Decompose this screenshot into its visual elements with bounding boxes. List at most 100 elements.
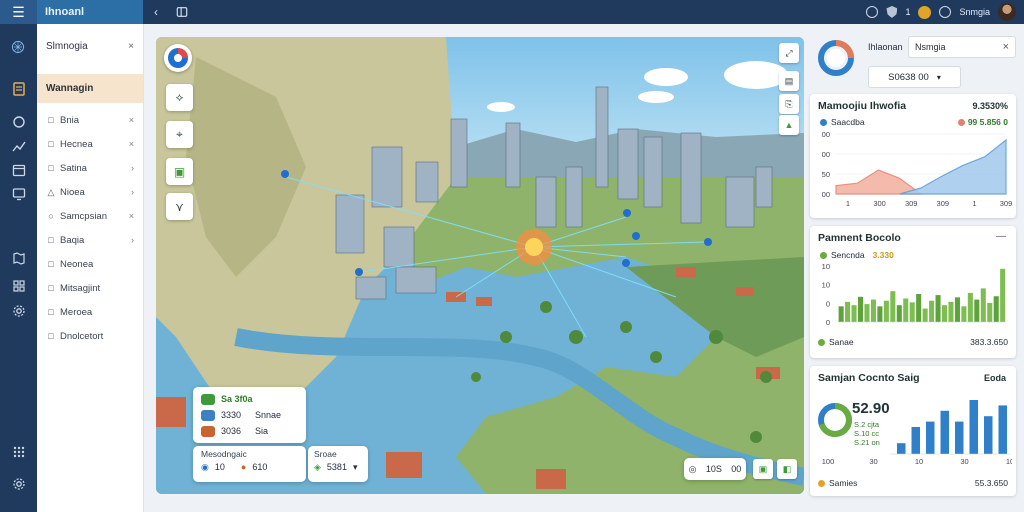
bar xyxy=(903,298,909,322)
sub-value: 3.330 xyxy=(872,250,894,260)
layers-icon[interactable]: ◧ xyxy=(777,459,797,479)
calendar-icon[interactable] xyxy=(10,161,27,178)
monitor-icon[interactable] xyxy=(10,185,27,202)
search-input-value: Nsmgia xyxy=(915,42,946,52)
legend-dot xyxy=(820,251,827,259)
legend-color-chip xyxy=(201,393,215,405)
collapse-icon[interactable]: — xyxy=(996,231,1006,242)
x-tick-label: 309 xyxy=(1000,199,1012,208)
chevron-right-icon[interactable]: › xyxy=(131,187,134,197)
compass-logo[interactable] xyxy=(164,44,192,72)
shield-icon[interactable] xyxy=(886,6,898,18)
user-name[interactable]: Snmgia xyxy=(959,7,990,17)
y-tick-label: 00 xyxy=(822,130,830,139)
grid-icon[interactable] xyxy=(10,277,27,294)
bar xyxy=(993,296,999,322)
zoom-bar[interactable]: ◎ 10S 00 xyxy=(684,458,746,480)
sidebar-header-title: Slmnogia xyxy=(46,41,88,52)
sidebar-item-label: Samcpsian xyxy=(60,210,107,222)
sidebar-menu: Slmnogia × Wannagin □ Bnia × □ Hecnea × □ Satin… xyxy=(37,24,144,512)
sidebar-item[interactable]: □ Mitsagjint xyxy=(37,276,143,300)
clear-icon[interactable]: × xyxy=(1003,41,1009,53)
building-icon[interactable]: ▣ xyxy=(166,158,193,185)
share-icon[interactable]: ⎘ xyxy=(779,94,799,114)
search-input[interactable]: Nsmgia × xyxy=(908,36,1016,58)
map-view[interactable]: ⟡ ⌖ ▣ ⋎ ⤢ ▤ ⎘ ▲ Sa 3f0a 3330 Snnae 3036 … xyxy=(156,37,804,494)
bar xyxy=(955,421,964,454)
avatar[interactable] xyxy=(998,3,1016,21)
layers-icon[interactable]: ⟡ xyxy=(166,84,193,111)
map-filter-card[interactable]: Sroae ◈ 5381 ▾ xyxy=(308,446,368,482)
sidebar-item[interactable]: ○ Samcpsian × xyxy=(37,204,143,228)
fullscreen-icon[interactable]: ⤢ xyxy=(779,43,799,63)
globe-icon[interactable]: ◎ xyxy=(689,464,697,475)
square-icon: □ xyxy=(48,259,54,269)
x-tick-label: 309 xyxy=(937,199,950,208)
close-icon[interactable]: × xyxy=(128,41,134,52)
close-icon[interactable]: × xyxy=(129,115,134,125)
analytics-icon[interactable] xyxy=(10,137,27,154)
sidebar-item[interactable]: □ Neonea xyxy=(37,252,143,276)
sidebar-item[interactable]: □ Dnolcetort xyxy=(37,324,143,348)
sidebar-item[interactable]: □ Meroea xyxy=(37,300,143,324)
zoom-value-b: 00 xyxy=(731,464,742,474)
coin-icon[interactable] xyxy=(918,5,932,19)
bar xyxy=(870,299,876,322)
terrain-icon[interactable]: ▲ xyxy=(779,115,799,135)
location-icon[interactable]: ⌖ xyxy=(166,121,193,148)
map-icon[interactable] xyxy=(10,249,27,266)
close-icon[interactable]: × xyxy=(129,211,134,221)
sidebar-item[interactable]: □ Baqia › xyxy=(37,228,143,252)
legend-value: 3330 xyxy=(221,410,242,420)
donut-logo-icon xyxy=(816,38,856,78)
sidebar-item-active[interactable]: Wannagin xyxy=(37,74,143,103)
bar xyxy=(1000,268,1006,322)
bar xyxy=(974,299,980,322)
bar xyxy=(838,306,844,322)
app-title: Ihnoanl xyxy=(37,0,143,24)
performance-panel: Pamnent Bocolo — Sencnda 3.330 10 10 0 0 Sa… xyxy=(810,226,1016,358)
filter-icon[interactable]: ⋎ xyxy=(166,193,193,220)
x-tick-label: 1 xyxy=(972,199,976,208)
statistics-panel: Samjan Cocnto Saig Eoda 52.90 S.2 cjta S… xyxy=(810,366,1016,496)
document-icon[interactable] xyxy=(10,80,27,97)
sidebar-item-label: Satina xyxy=(60,162,87,174)
sidebar-item[interactable]: □ Satina › xyxy=(37,156,143,180)
chevron-down-icon[interactable]: ▾ xyxy=(353,462,358,473)
chevron-right-icon[interactable]: › xyxy=(131,163,134,173)
notification-count: 1 xyxy=(905,7,911,17)
chevron-right-icon[interactable]: › xyxy=(131,235,134,245)
bar xyxy=(984,416,993,454)
minus-circle-icon[interactable] xyxy=(939,6,952,18)
sidebar-item[interactable]: △ Nioea › xyxy=(37,180,143,204)
bar xyxy=(851,305,857,322)
circle-icon[interactable] xyxy=(10,113,27,130)
preferences-gear-icon[interactable] xyxy=(10,475,27,492)
area-series xyxy=(899,138,1007,195)
chevron-down-icon: ▾ xyxy=(936,72,941,82)
building-icon[interactable]: ▣ xyxy=(753,459,773,479)
check-icon xyxy=(818,338,825,346)
sidebar-item[interactable]: □ Hecnea × xyxy=(37,132,143,156)
x-tick-label: 10 xyxy=(915,457,923,466)
panel-toggle-icon[interactable] xyxy=(175,5,189,19)
settings-gear-icon[interactable] xyxy=(10,302,27,319)
search-dropdown[interactable]: S0638 00 ▾ xyxy=(868,66,961,88)
summary-title: Mesodngaic xyxy=(201,449,247,459)
back-chevron-icon[interactable]: ‹ xyxy=(149,5,163,19)
hamburger-menu-icon[interactable]: ☰ xyxy=(0,0,37,24)
sidebar-item-label: Hecnea xyxy=(60,138,93,150)
bar xyxy=(987,302,993,322)
apps-grid-icon[interactable] xyxy=(10,443,27,460)
filter-icon: ◈ xyxy=(314,461,321,472)
sidebar-item-label: Meroea xyxy=(60,306,93,318)
sidebar-item[interactable]: □ Bnia × xyxy=(37,108,143,132)
help-icon[interactable] xyxy=(866,6,879,18)
footer-label: Samies xyxy=(829,478,858,488)
bar xyxy=(896,305,902,322)
close-icon[interactable]: × xyxy=(129,139,134,149)
panel-badge: Eoda xyxy=(983,373,1006,383)
filter-value: 5381 xyxy=(326,462,347,472)
bar-chart: 10 10 0 0 xyxy=(822,264,1006,326)
print-icon[interactable]: ▤ xyxy=(779,71,799,91)
